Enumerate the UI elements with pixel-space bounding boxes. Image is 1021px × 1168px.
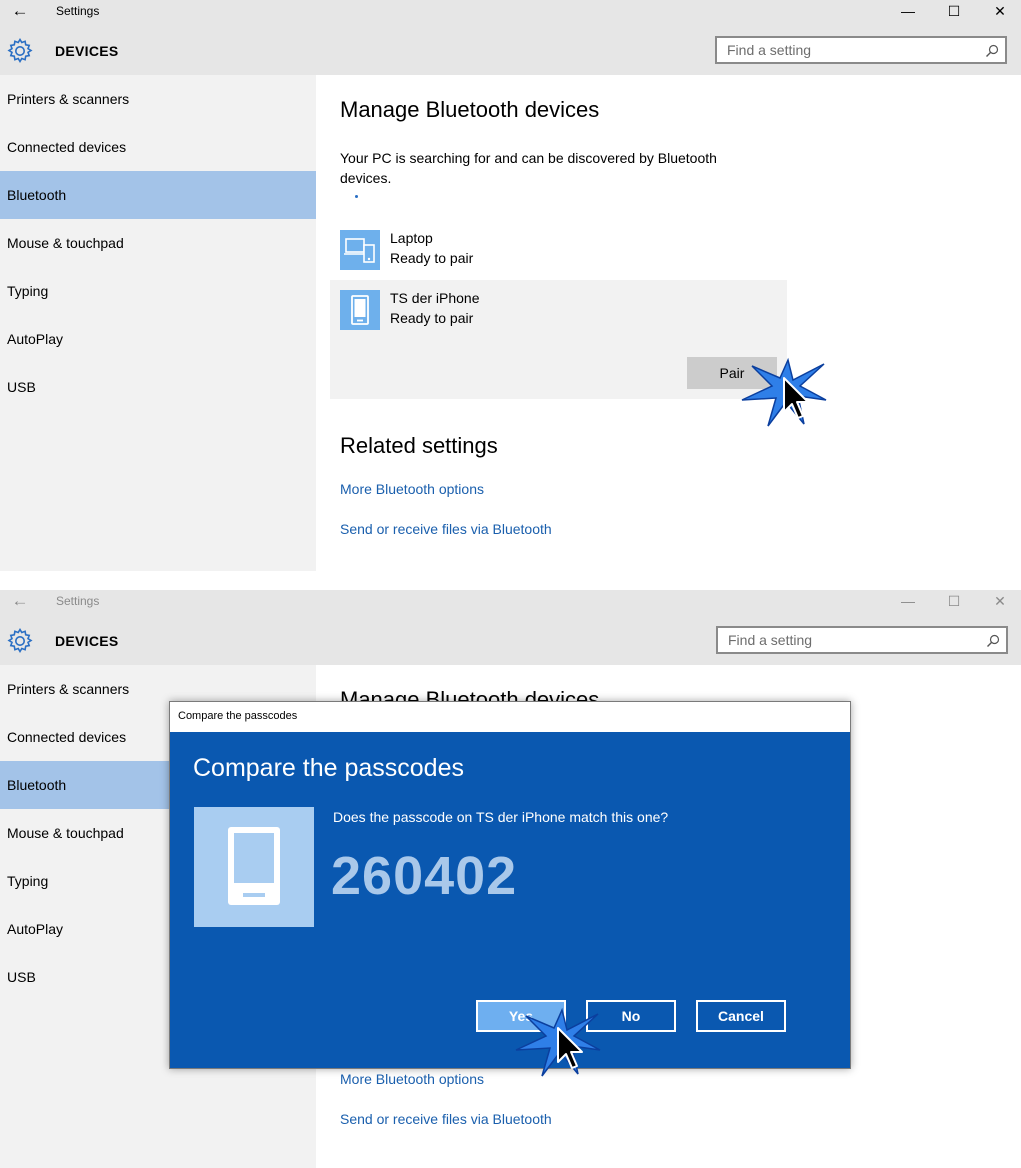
related-settings-title: Related settings — [340, 433, 498, 458]
page-header: DEVICES Find a setting — [0, 24, 1021, 75]
back-button[interactable]: ← — [10, 592, 30, 612]
gear-icon — [7, 627, 33, 654]
send-receive-files-link[interactable]: Send or receive files via Bluetooth — [340, 521, 552, 537]
cancel-button[interactable]: Cancel — [696, 1000, 786, 1032]
device-name: TS der iPhone — [390, 290, 480, 306]
search-icon — [986, 44, 999, 57]
close-button[interactable]: ✕ — [977, 0, 1021, 24]
maximize-button[interactable]: ☐ — [931, 590, 977, 614]
more-bluetooth-options-link[interactable]: More Bluetooth options — [340, 481, 484, 497]
phone-icon — [340, 290, 380, 330]
title-bar: ← Settings — ☐ ✕ — [0, 0, 1021, 24]
device-item-iphone[interactable]: TS der iPhone Ready to pair Pair — [330, 280, 787, 399]
search-icon — [987, 634, 1000, 647]
laptop-phone-icon — [340, 230, 380, 270]
sidebar-item-connected-devices[interactable]: Connected devices — [0, 123, 316, 171]
sidebar: Printers & scanners Connected devices Bl… — [0, 75, 316, 571]
search-placeholder: Find a setting — [728, 632, 813, 648]
passcode-value: 260402 — [331, 846, 518, 906]
sidebar-item-mouse[interactable]: Mouse & touchpad — [0, 219, 316, 267]
click-indicator-yes — [515, 1007, 601, 1077]
phone-icon — [194, 807, 314, 927]
maximize-button[interactable]: ☐ — [931, 0, 977, 24]
sidebar-item-typing[interactable]: Typing — [0, 267, 316, 315]
device-status: Ready to pair — [390, 250, 474, 266]
more-bluetooth-options-link[interactable]: More Bluetooth options — [340, 1071, 484, 1087]
device-item-laptop[interactable]: Laptop Ready to pair — [330, 220, 787, 280]
sidebar-item-usb[interactable]: USB — [0, 363, 316, 411]
dialog-title-bar: Compare the passcodes — [170, 702, 850, 732]
minimize-button[interactable]: — — [885, 590, 931, 614]
passcode-question: Does the passcode on TS der iPhone match… — [333, 809, 669, 825]
settings-window-pair: ← Settings — ☐ ✕ DEVICES Find a setting … — [0, 0, 1021, 571]
sidebar-item-bluetooth[interactable]: Bluetooth — [0, 171, 316, 219]
search-placeholder: Find a setting — [727, 42, 812, 58]
click-indicator-pair — [741, 357, 827, 427]
gear-icon — [7, 37, 33, 64]
dialog-window-title: Compare the passcodes — [178, 710, 298, 722]
send-receive-files-link[interactable]: Send or receive files via Bluetooth — [340, 1111, 552, 1127]
window-title: Settings — [56, 594, 100, 608]
search-input[interactable]: Find a setting — [716, 626, 1008, 654]
section-title: DEVICES — [55, 633, 119, 649]
back-button[interactable]: ← — [10, 2, 30, 22]
search-input[interactable]: Find a setting — [715, 36, 1007, 64]
device-status: Ready to pair — [390, 310, 474, 326]
minimize-button[interactable]: — — [885, 0, 931, 24]
page-header: DEVICES Find a setting — [0, 614, 1021, 665]
device-name: Laptop — [390, 230, 433, 246]
discovery-status: Your PC is searching for and can be disc… — [340, 150, 717, 186]
sidebar-item-printers[interactable]: Printers & scanners — [0, 75, 316, 123]
section-title: DEVICES — [55, 43, 119, 59]
title-bar: ← Settings — ☐ ✕ — [0, 590, 1021, 614]
main-content: Manage Bluetooth devices Your PC is sear… — [316, 75, 1021, 571]
page-title: Manage Bluetooth devices — [340, 97, 600, 122]
dialog-heading: Compare the passcodes — [193, 754, 464, 782]
compare-passcodes-dialog: Compare the passcodes Compare the passco… — [169, 701, 851, 1069]
window-title: Settings — [56, 4, 100, 18]
close-button[interactable]: ✕ — [977, 590, 1021, 614]
sidebar-item-autoplay[interactable]: AutoPlay — [0, 315, 316, 363]
progress-dot — [355, 195, 358, 198]
